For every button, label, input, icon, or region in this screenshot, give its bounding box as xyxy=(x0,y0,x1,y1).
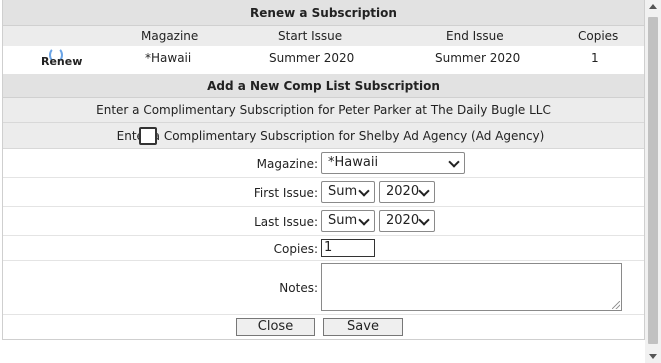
magazine-select-value: *Hawaii xyxy=(328,155,379,170)
last-issue-year-select[interactable]: 2020 xyxy=(379,210,435,232)
scroll-up-arrow-icon[interactable] xyxy=(649,4,657,9)
first-issue-season-select[interactable]: Sum xyxy=(321,181,375,203)
shelby-option-label: Enter a Complimentary Subscription for S… xyxy=(116,129,545,143)
resize-handle-icon[interactable] xyxy=(612,301,620,309)
copies-row: Copies: 1 xyxy=(3,236,644,261)
chevron-down-icon xyxy=(360,182,368,202)
cell-end-issue: Summer 2020 xyxy=(435,51,521,65)
chevron-down-icon xyxy=(360,211,368,231)
save-button[interactable]: Save xyxy=(323,318,403,336)
first-issue-label: First Issue: xyxy=(253,186,318,200)
first-issue-season-value: Sum xyxy=(328,184,358,199)
chevron-down-icon xyxy=(450,153,458,173)
close-button[interactable]: Close xyxy=(236,318,315,336)
renew-label: Renew xyxy=(41,55,83,68)
last-issue-row: Last Issue: Sum 2020 xyxy=(3,207,644,236)
last-issue-year-value: 2020 xyxy=(386,213,420,228)
column-start-issue: Start Issue xyxy=(278,29,343,43)
renew-table-header: Magazine Start Issue End Issue Copies xyxy=(3,26,644,46)
new-comp-section-title: Add a New Comp List Subscription xyxy=(3,74,644,98)
cell-start-issue: Summer 2020 xyxy=(269,51,355,65)
magazine-select[interactable]: *Hawaii xyxy=(321,152,465,174)
copies-label: Copies: xyxy=(273,242,318,256)
chevron-down-icon xyxy=(420,211,428,231)
option-peter-parker[interactable]: Enter a Complimentary Subscription for P… xyxy=(3,98,644,123)
comp-subscription-panel: Renew a Subscription Magazine Start Issu… xyxy=(2,0,645,340)
magazine-row: Magazine: *Hawaii xyxy=(3,149,644,178)
table-row: Renew *Hawaii Summer 2020 Summer 2020 1 xyxy=(3,46,644,70)
cell-copies: 1 xyxy=(591,51,599,65)
notes-row: Notes: xyxy=(3,261,644,315)
last-issue-season-select[interactable]: Sum xyxy=(321,210,375,232)
vertical-scrollbar[interactable] xyxy=(645,0,661,363)
shelby-checkbox[interactable] xyxy=(139,127,157,145)
first-issue-year-value: 2020 xyxy=(386,184,420,199)
copies-input[interactable]: 1 xyxy=(321,239,375,257)
chevron-down-icon xyxy=(420,182,428,202)
column-magazine: Magazine xyxy=(141,29,199,43)
notes-label: Notes: xyxy=(279,281,318,295)
magazine-label: Magazine: xyxy=(256,157,318,171)
scrollbar-thumb[interactable] xyxy=(648,17,658,344)
last-issue-label: Last Issue: xyxy=(254,215,318,229)
option-shelby-ad-agency: Enter a Complimentary Subscription for S… xyxy=(3,123,644,149)
notes-textarea[interactable] xyxy=(321,263,622,311)
column-end-issue: End Issue xyxy=(446,29,504,43)
last-issue-season-value: Sum xyxy=(328,213,358,228)
renew-section-title: Renew a Subscription xyxy=(3,0,644,26)
column-copies: Copies xyxy=(578,29,619,43)
first-issue-row: First Issue: Sum 2020 xyxy=(3,178,644,207)
cell-magazine: *Hawaii xyxy=(145,51,192,65)
first-issue-year-select[interactable]: 2020 xyxy=(379,181,435,203)
scroll-down-arrow-icon[interactable] xyxy=(649,354,657,359)
